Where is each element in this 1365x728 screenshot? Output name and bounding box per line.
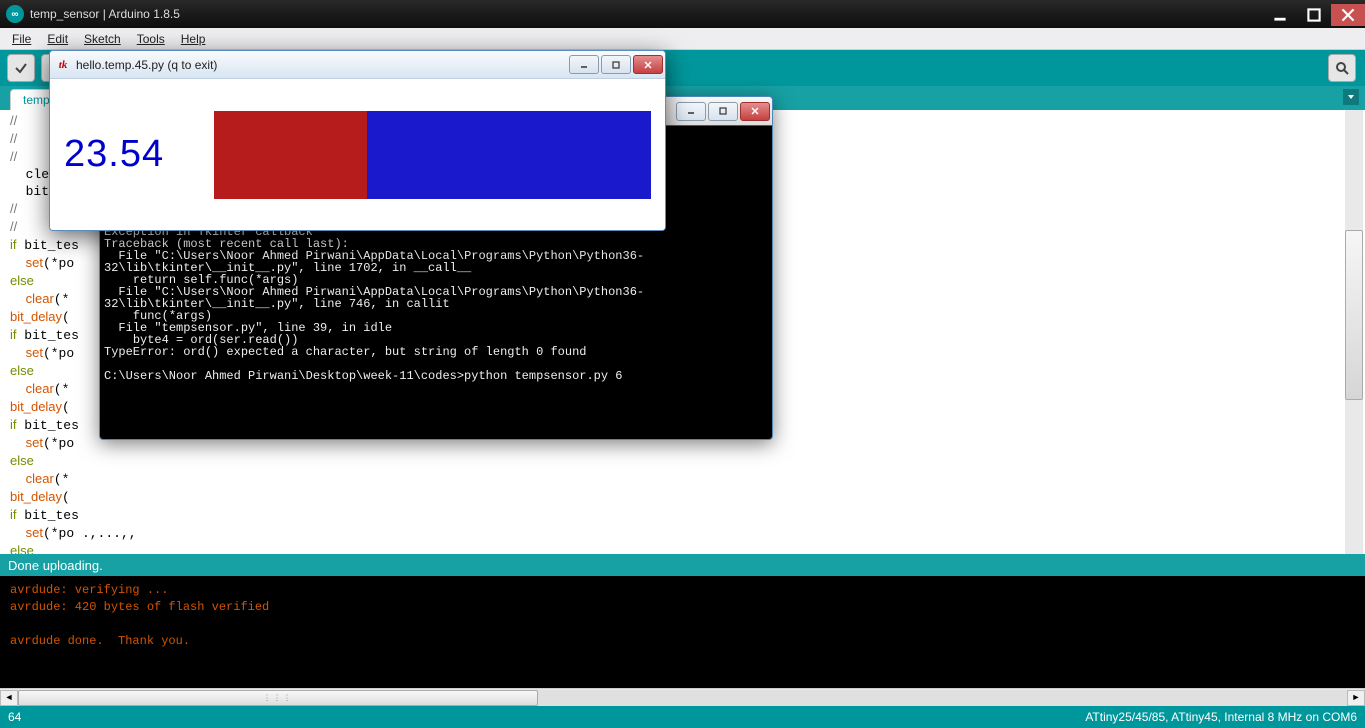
tk-icon: tk [56, 58, 70, 72]
arduino-title: temp_sensor | Arduino 1.8.5 [30, 7, 1263, 21]
cmd-maximize-button[interactable] [708, 102, 738, 121]
footer-bar: 64 ATtiny25/45/85, ATtiny45, Internal 8 … [0, 706, 1365, 728]
hello-maximize-button[interactable] [601, 55, 631, 74]
editor-scrollbar-thumb[interactable] [1345, 230, 1363, 400]
footer-board-info: ATtiny25/45/85, ATtiny45, Internal 8 MHz… [1085, 710, 1357, 724]
menu-edit[interactable]: Edit [39, 30, 76, 48]
hello-body: 23.54 [50, 79, 665, 230]
serial-monitor-button[interactable] [1328, 54, 1356, 82]
menubar: File Edit Sketch Tools Help [0, 28, 1365, 50]
hello-titlebar[interactable]: tk hello.temp.45.py (q to exit) [50, 51, 665, 79]
hscroll-track[interactable]: ⋮⋮⋮ [18, 690, 1347, 706]
console-output[interactable]: avrdude: verifying ... avrdude: 420 byte… [0, 576, 1365, 688]
hello-minimize-button[interactable] [569, 55, 599, 74]
console-hscroll[interactable]: ◄ ⋮⋮⋮ ► [0, 688, 1365, 706]
menu-tools[interactable]: Tools [129, 30, 173, 48]
cmd-close-button[interactable] [740, 102, 770, 121]
arduino-titlebar[interactable]: ∞ temp_sensor | Arduino 1.8.5 [0, 0, 1365, 28]
hscroll-right-button[interactable]: ► [1347, 690, 1365, 706]
bar-red-segment [214, 111, 367, 199]
menu-file[interactable]: File [4, 30, 39, 48]
tab-menu-button[interactable] [1343, 89, 1359, 105]
cmd-minimize-button[interactable] [676, 102, 706, 121]
hello-close-button[interactable] [633, 55, 663, 74]
status-bar: Done uploading. [0, 554, 1365, 576]
maximize-button[interactable] [1297, 4, 1331, 26]
arduino-logo-icon: ∞ [6, 5, 24, 23]
menu-sketch[interactable]: Sketch [76, 30, 129, 48]
hello-title: hello.temp.45.py (q to exit) [76, 58, 567, 72]
editor-scrollbar[interactable] [1345, 110, 1363, 554]
verify-button[interactable] [7, 54, 35, 82]
temperature-value: 23.54 [64, 133, 214, 176]
hello-temp-window[interactable]: tk hello.temp.45.py (q to exit) 23.54 [49, 50, 666, 231]
close-button[interactable] [1331, 4, 1365, 26]
hscroll-thumb[interactable]: ⋮⋮⋮ [18, 690, 538, 706]
temperature-bar [214, 111, 651, 199]
menu-help[interactable]: Help [173, 30, 214, 48]
footer-line-number: 64 [8, 710, 21, 724]
bar-blue-segment [367, 111, 651, 199]
hscroll-left-button[interactable]: ◄ [0, 690, 18, 706]
minimize-button[interactable] [1263, 4, 1297, 26]
